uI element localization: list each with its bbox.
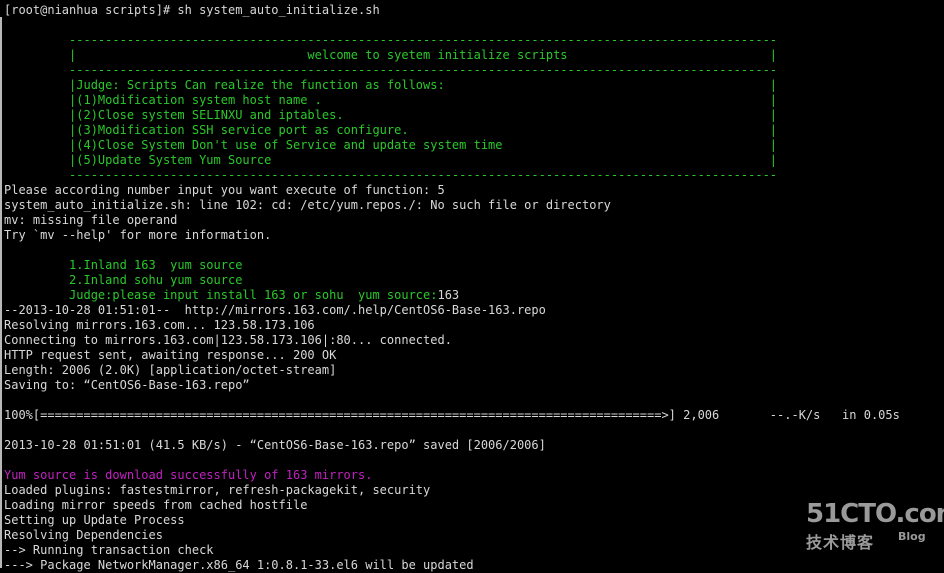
wget-resolve-line: Resolving mirrors.163.com... 123.58.173.… <box>4 318 315 332</box>
yum-plugins-line: Loaded plugins: fastestmirror, refresh-p… <box>4 483 431 497</box>
error-cd-line: system_auto_initialize.sh: line 102: cd:… <box>4 198 611 212</box>
wget-saving-line: Saving to: “CentOS6-Base-163.repo” <box>4 378 250 392</box>
banner-judge-line: |Judge: Scripts Can realize the function… <box>4 78 778 92</box>
wget-http-line: HTTP request sent, awaiting response... … <box>4 348 337 362</box>
yum-resolving-line: Resolving Dependencies <box>4 528 163 542</box>
function-input-line: Please according number input you want e… <box>4 183 445 197</box>
banner-item-4: |(4)Close System Don't use of Service an… <box>4 138 778 152</box>
yum-package-line: ---> Package NetworkManager.x86_64 1:0.8… <box>4 558 474 572</box>
terminal-window[interactable]: [root@nianhua scripts]# sh system_auto_i… <box>0 0 944 572</box>
shell-prompt-line: [root@nianhua scripts]# sh system_auto_i… <box>4 3 380 17</box>
source-judge-answer: 163 <box>437 288 460 302</box>
yum-loading-line: Loading mirror speeds from cached hostfi… <box>4 498 308 512</box>
wget-saved-line: 2013-10-28 01:51:01 (41.5 KB/s) - “CentO… <box>4 438 546 452</box>
site-watermark: 51CTO.com 技术博客 Blog <box>806 500 944 560</box>
source-option-2: 2.Inland sohu yum source <box>4 273 243 287</box>
wget-start-line: --2013-10-28 01:51:01-- http://mirrors.1… <box>4 303 546 317</box>
banner-bottom-rule: ----------------------------------------… <box>4 168 778 182</box>
watermark-subtitle: 技术博客 <box>806 533 875 552</box>
banner-item-5: |(5)Update System Yum Source | <box>4 153 778 167</box>
banner-mid-rule: ----------------------------------------… <box>4 63 778 77</box>
source-judge-prompt: Judge:please input install 163 or sohu y… <box>4 288 438 302</box>
yum-success-line: Yum source is download successfully of 1… <box>4 468 373 482</box>
banner-item-3: |(3)Modification SSH service port as con… <box>4 123 778 137</box>
yum-setup-line: Setting up Update Process <box>4 513 185 527</box>
watermark-blog-label: Blog <box>898 530 926 543</box>
wget-length-line: Length: 2006 (2.0K) [application/octet-s… <box>4 363 337 377</box>
source-option-1: 1.Inland 163 yum source <box>4 258 243 272</box>
banner-top-rule: ----------------------------------------… <box>4 33 778 47</box>
source-judge-line: Judge:please input install 163 or sohu y… <box>4 288 459 303</box>
wget-progress-line: 100%[===================================… <box>4 408 900 422</box>
error-mv-line: mv: missing file operand <box>4 213 178 227</box>
banner-title: | welcome to syetem initialize scripts | <box>4 48 778 62</box>
banner-item-2: |(2)Close system SELINXU and iptables. | <box>4 108 778 122</box>
yum-check-line: --> Running transaction check <box>4 543 214 557</box>
wget-connect-line: Connecting to mirrors.163.com|123.58.173… <box>4 333 452 347</box>
watermark-logo: 51CTO.com <box>806 499 944 529</box>
left-edge-bar <box>0 17 2 568</box>
banner-item-1: |(1)Modification system host name . | <box>4 93 778 107</box>
error-mv-help-line: Try `mv --help' for more information. <box>4 228 272 242</box>
